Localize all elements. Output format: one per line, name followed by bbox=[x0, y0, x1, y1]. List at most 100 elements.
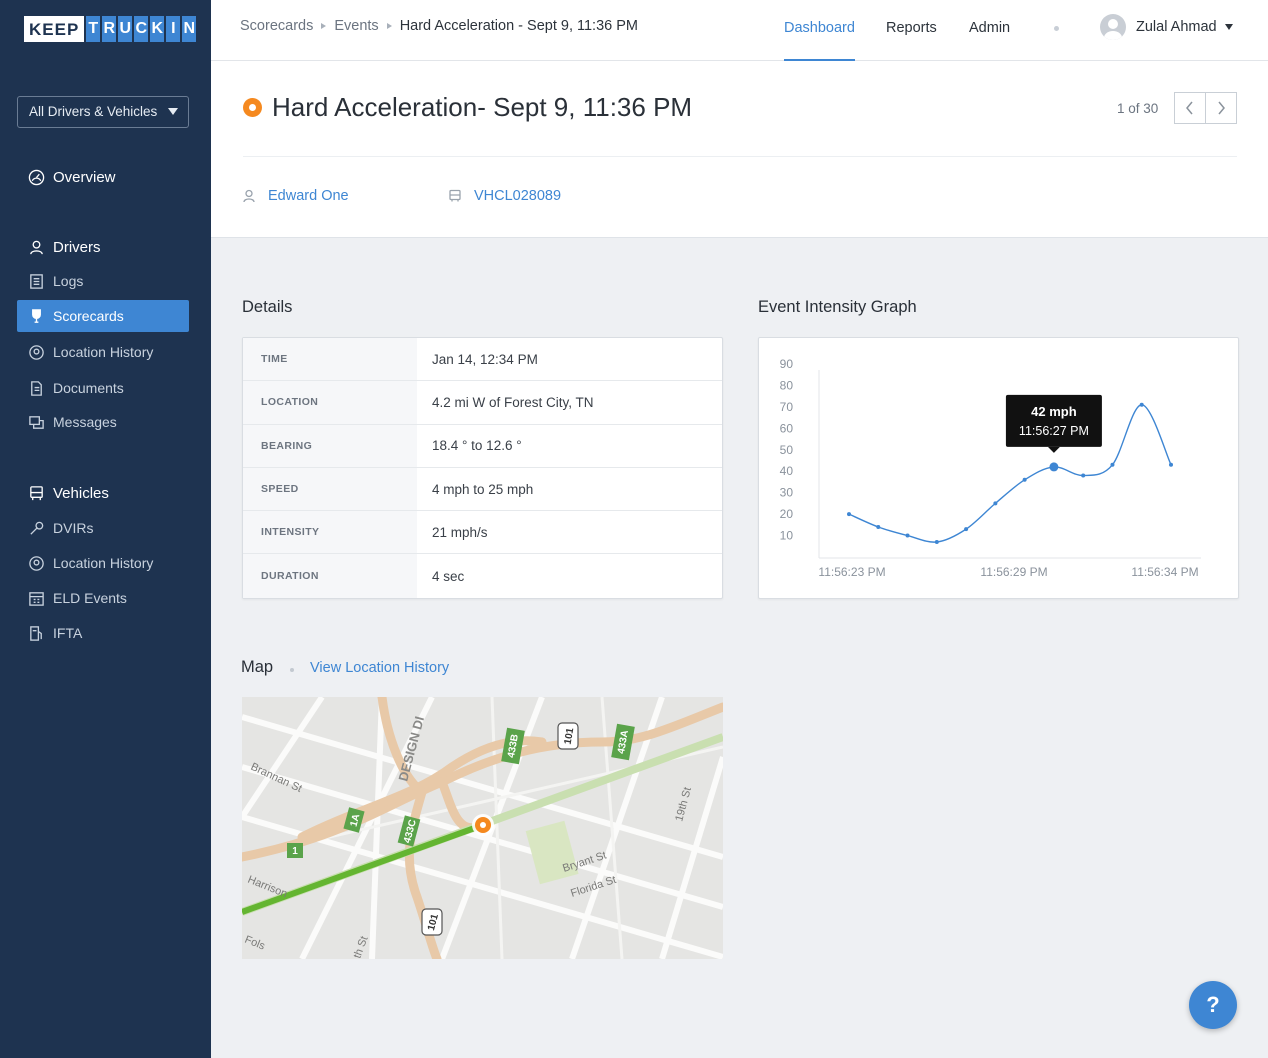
gauge-icon bbox=[27, 168, 45, 186]
graph-heading: Event Intensity Graph bbox=[758, 298, 917, 316]
map-heading: Map bbox=[241, 658, 274, 676]
sidebar-item-driver-location-history[interactable]: Location History bbox=[17, 336, 189, 368]
sidebar-item-vehicles[interactable]: Vehicles bbox=[17, 477, 189, 509]
vehicle-id: VHCL028089 bbox=[474, 188, 562, 204]
sidebar-item-logs[interactable]: Logs bbox=[17, 265, 189, 297]
logo-letter: N bbox=[182, 16, 197, 42]
vehicle-link[interactable]: VHCL028089 bbox=[448, 188, 561, 204]
user-name: Zulal Ahmad bbox=[1136, 19, 1217, 35]
sidebar-item-label: Scorecards bbox=[53, 308, 124, 324]
avatar bbox=[1100, 14, 1126, 40]
event-location-marker[interactable] bbox=[472, 814, 494, 836]
y-tick-label: 50 bbox=[780, 443, 794, 457]
data-point bbox=[993, 501, 998, 506]
x-tick-label: 11:56:23 PM bbox=[818, 565, 885, 579]
divider bbox=[243, 156, 1237, 157]
table-row: SPEED 4 mph to 25 mph bbox=[243, 467, 722, 512]
sidebar-item-label: IFTA bbox=[53, 625, 83, 641]
x-tick-label: 11:56:29 PM bbox=[980, 565, 1047, 579]
sidebar-item-dvirs[interactable]: DVIRs bbox=[17, 512, 189, 544]
detail-label: DURATION bbox=[243, 554, 417, 598]
caret-down-icon bbox=[1224, 24, 1233, 30]
data-point bbox=[876, 524, 881, 529]
detail-label: BEARING bbox=[243, 424, 417, 467]
location-pin-icon bbox=[27, 343, 45, 361]
next-event-button[interactable] bbox=[1205, 92, 1237, 124]
keeptruckin-logo[interactable]: KEEP T R U C K I N bbox=[24, 16, 197, 42]
notification-dot-icon[interactable] bbox=[1054, 26, 1059, 31]
detail-label: TIME bbox=[243, 338, 417, 381]
details-table: TIME Jan 14, 12:34 PM LOCATION 4.2 mi W … bbox=[242, 337, 723, 599]
table-row: TIME Jan 14, 12:34 PM bbox=[243, 338, 722, 382]
sidebar-item-drivers[interactable]: Drivers bbox=[17, 231, 189, 263]
detail-label: SPEED bbox=[243, 467, 417, 511]
detail-value: 18.4 ° to 12.6 ° bbox=[432, 438, 522, 454]
sidebar-item-documents[interactable]: Documents bbox=[17, 372, 189, 404]
sidebar-item-vehicle-location-history[interactable]: Location History bbox=[17, 547, 189, 579]
data-point bbox=[934, 539, 939, 544]
table-row: INTENSITY 21 mph/s bbox=[243, 511, 722, 555]
sidebar-item-label: Location History bbox=[53, 555, 154, 571]
sidebar-item-label: Messages bbox=[53, 414, 117, 430]
y-tick-label: 20 bbox=[780, 507, 794, 521]
sidebar-item-eld-events[interactable]: ELD Events bbox=[17, 582, 189, 614]
data-point bbox=[1022, 477, 1027, 482]
y-tick-label: 30 bbox=[780, 486, 794, 500]
detail-value: Jan 14, 12:34 PM bbox=[432, 351, 538, 367]
nav-reports[interactable]: Reports bbox=[886, 0, 937, 61]
sidebar-item-overview[interactable]: Overview bbox=[17, 161, 189, 193]
driver-name: Edward One bbox=[268, 188, 349, 204]
chevron-right-icon bbox=[1218, 101, 1225, 115]
tooltip-value: 42 mph bbox=[1031, 404, 1077, 419]
sidebar-item-ifta[interactable]: IFTA bbox=[17, 617, 189, 649]
logo-keep: KEEP bbox=[24, 16, 85, 42]
breadcrumb-separator-icon bbox=[386, 23, 392, 29]
pager-count: 1 of 30 bbox=[1117, 101, 1159, 116]
data-point bbox=[1081, 473, 1086, 478]
user-icon bbox=[242, 189, 256, 203]
wrench-icon bbox=[27, 519, 45, 537]
previous-event-button[interactable] bbox=[1174, 92, 1206, 124]
data-point bbox=[1139, 402, 1144, 407]
event-location-map[interactable]: Brannan St DESIGN DI Bryant St Florida S… bbox=[242, 697, 723, 959]
calendar-icon bbox=[27, 589, 45, 607]
sidebar-item-scorecards[interactable]: Scorecards bbox=[17, 300, 189, 332]
logo-letter: K bbox=[150, 16, 165, 42]
logo-letter: C bbox=[134, 16, 149, 42]
nav-dashboard[interactable]: Dashboard bbox=[784, 0, 855, 61]
messages-icon bbox=[27, 413, 45, 431]
logo-letter: T bbox=[86, 16, 101, 42]
help-button[interactable]: ? bbox=[1189, 981, 1237, 1029]
sidebar: KEEP T R U C K I N All Drivers & Vehicle… bbox=[0, 0, 211, 1058]
separator-dot bbox=[290, 668, 294, 672]
nav-admin[interactable]: Admin bbox=[969, 0, 1010, 61]
table-row: LOCATION 4.2 mi W of Forest City, TN bbox=[243, 381, 722, 425]
truck-icon bbox=[448, 189, 462, 203]
chart-tooltip-arrow bbox=[1047, 446, 1060, 453]
y-tick-label: 60 bbox=[780, 421, 794, 435]
event-header-panel: Hard Acceleration- Sept 9, 11:36 PM 1 of… bbox=[211, 61, 1268, 238]
logo-letter: I bbox=[166, 16, 181, 42]
sidebar-item-label: Documents bbox=[53, 380, 124, 396]
event-intensity-chart: 90 80 70 60 50 40 30 20 10 11:56:23 PM 11:56:29 PM… bbox=[758, 337, 1239, 599]
filter-label: All Drivers & Vehicles bbox=[29, 104, 158, 119]
user-menu[interactable]: Zulal Ahmad bbox=[1100, 14, 1233, 40]
highlighted-data-point bbox=[1049, 462, 1059, 472]
document-icon bbox=[27, 379, 45, 397]
sidebar-item-label: Logs bbox=[53, 273, 84, 289]
breadcrumb-scorecards[interactable]: Scorecards bbox=[240, 18, 313, 34]
drivers-vehicles-filter-dropdown[interactable]: All Drivers & Vehicles bbox=[17, 96, 189, 128]
sidebar-item-label: Location History bbox=[53, 344, 154, 360]
sidebar-item-label: Overview bbox=[53, 168, 116, 186]
driver-link[interactable]: Edward One bbox=[242, 188, 349, 204]
sidebar-item-messages[interactable]: Messages bbox=[17, 406, 189, 438]
trophy-icon bbox=[27, 307, 45, 325]
breadcrumb-events[interactable]: Events bbox=[334, 18, 378, 34]
tooltip-time: 11:56:27 PM bbox=[1019, 424, 1089, 438]
view-location-history-link[interactable]: View Location History bbox=[310, 660, 449, 676]
breadcrumb: Scorecards Events Hard Acceleration - Se… bbox=[240, 18, 638, 34]
detail-value: 4 sec bbox=[432, 568, 465, 584]
page-title: Hard Acceleration- Sept 9, 11:36 PM bbox=[272, 92, 693, 122]
detail-value: 4.2 mi W of Forest City, TN bbox=[432, 394, 594, 410]
breadcrumb-current: Hard Acceleration - Sept 9, 11:36 PM bbox=[399, 18, 638, 34]
